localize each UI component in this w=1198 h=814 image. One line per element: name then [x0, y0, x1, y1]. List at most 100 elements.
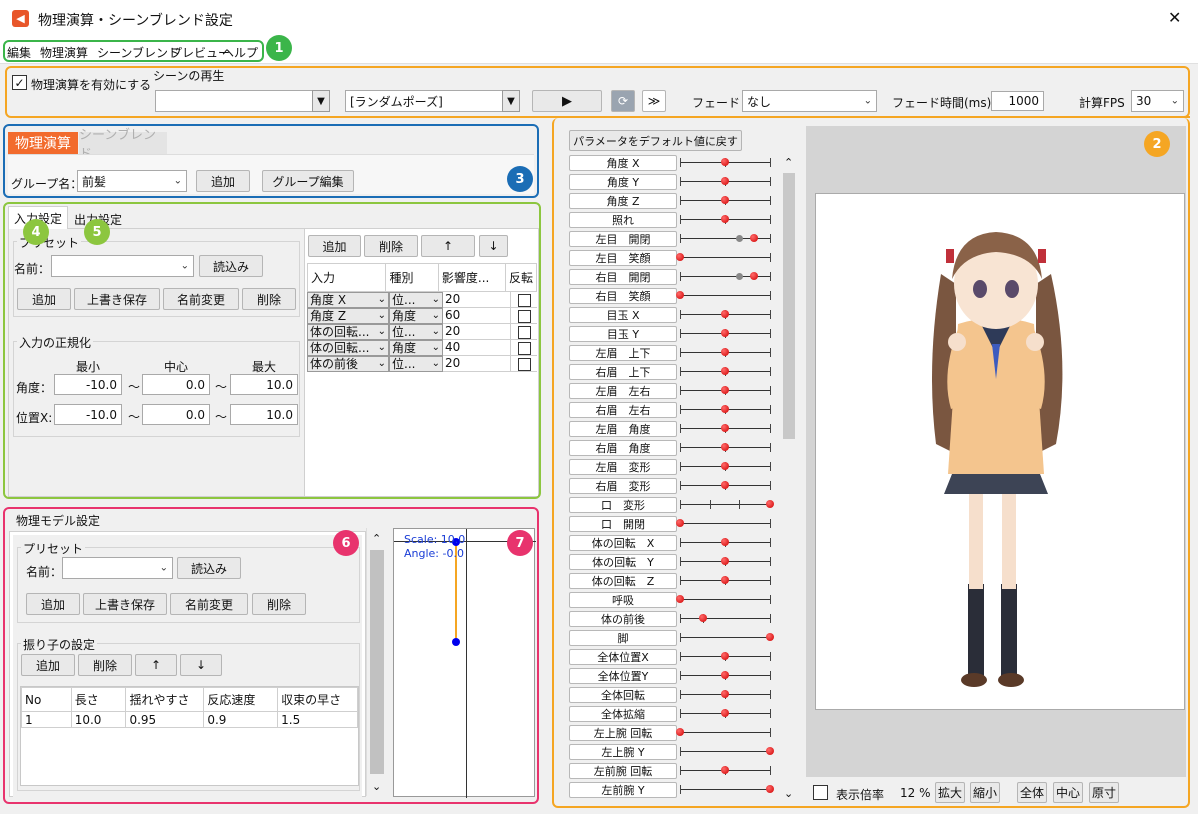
- invert-checkbox[interactable]: [517, 341, 531, 355]
- scroll-down-icon[interactable]: ⌄: [784, 787, 793, 800]
- param-slider[interactable]: [680, 269, 771, 285]
- slider-knob[interactable]: [721, 177, 729, 185]
- fade-time-input[interactable]: 1000: [991, 91, 1044, 111]
- preset-load-button[interactable]: 読込み: [199, 255, 263, 277]
- scene-dropdown-button[interactable]: ▼: [312, 90, 330, 112]
- param-slider[interactable]: [680, 212, 771, 228]
- pendulum-add-button[interactable]: 追加: [21, 654, 75, 676]
- tab-scene-blend[interactable]: シーンブレンド: [79, 128, 167, 162]
- slider-knob[interactable]: [721, 215, 729, 223]
- cell-ease[interactable]: 0.95: [125, 711, 205, 728]
- model-preset-overwrite-button[interactable]: 上書き保存: [83, 593, 167, 615]
- slider-knob[interactable]: [721, 671, 729, 679]
- param-slider[interactable]: [680, 364, 771, 380]
- slider-knob[interactable]: [698, 614, 707, 622]
- input-weight-cell[interactable]: 40: [443, 340, 511, 356]
- invert-checkbox[interactable]: [517, 357, 531, 371]
- model-scrollbar[interactable]: ⌃ ⌄: [366, 528, 386, 796]
- param-slider[interactable]: [680, 345, 771, 361]
- slider-knob[interactable]: [721, 424, 729, 432]
- actual-size-button[interactable]: 原寸: [1089, 782, 1119, 803]
- group-add-button[interactable]: 追加: [196, 170, 250, 192]
- col-type[interactable]: 種別: [385, 263, 439, 292]
- col-no[interactable]: No: [21, 687, 72, 712]
- param-slider[interactable]: [680, 706, 771, 722]
- param-slider[interactable]: [680, 630, 774, 646]
- param-slider[interactable]: [680, 307, 771, 323]
- fit-all-button[interactable]: 全体: [1017, 782, 1047, 803]
- slider-knob[interactable]: [721, 481, 729, 489]
- menu-scene-blend[interactable]: シーンブレンド: [97, 44, 180, 61]
- col-ease[interactable]: 揺れやすさ: [125, 687, 205, 712]
- param-slider[interactable]: [680, 668, 771, 684]
- slider-knob[interactable]: [749, 234, 758, 242]
- slider-knob[interactable]: [676, 519, 684, 527]
- slider-knob[interactable]: [721, 443, 729, 451]
- pos-max-input[interactable]: 10.0: [230, 404, 298, 425]
- input-source-select[interactable]: 角度 X ⌄: [307, 292, 389, 308]
- param-slider[interactable]: [680, 459, 771, 475]
- slider-knob[interactable]: [721, 652, 729, 660]
- input-weight-cell[interactable]: 60: [443, 308, 511, 324]
- slider-knob[interactable]: [721, 329, 729, 337]
- slider-knob[interactable]: [766, 633, 774, 641]
- param-slider[interactable]: [676, 725, 771, 741]
- preview-canvas[interactable]: [815, 193, 1185, 710]
- slider-knob[interactable]: [721, 158, 729, 166]
- angle-min-input[interactable]: -10.0: [54, 374, 122, 395]
- param-slider[interactable]: [680, 763, 771, 779]
- zoom-in-button[interactable]: 拡大: [935, 782, 965, 803]
- play-button[interactable]: ▶: [532, 90, 602, 112]
- param-slider[interactable]: [680, 440, 771, 456]
- param-slider[interactable]: [680, 649, 771, 665]
- input-source-select[interactable]: 角度 Z ⌄: [307, 308, 389, 324]
- scene-select[interactable]: [155, 90, 313, 112]
- model-preset-select[interactable]: ⌄: [62, 557, 173, 579]
- param-slider[interactable]: [680, 744, 774, 760]
- fps-select[interactable]: 30 ⌄: [1131, 90, 1184, 112]
- scroll-thumb[interactable]: [783, 173, 795, 439]
- model-preset-delete-button[interactable]: 削除: [252, 593, 306, 615]
- param-slider[interactable]: [680, 687, 771, 703]
- param-slider[interactable]: [680, 174, 771, 190]
- slider-knob[interactable]: [721, 709, 729, 717]
- param-slider[interactable]: [676, 592, 771, 608]
- input-weight-cell[interactable]: 20: [443, 356, 511, 372]
- invert-checkbox[interactable]: [517, 309, 531, 323]
- pos-center-input[interactable]: 0.0: [142, 404, 210, 425]
- input-down-button[interactable]: ↓: [479, 235, 508, 257]
- col-invert[interactable]: 反転: [504, 263, 538, 292]
- preset-add-button[interactable]: 追加: [17, 288, 71, 310]
- reset-params-button[interactable]: パラメータをデフォルト値に戻す: [569, 130, 742, 151]
- menu-help[interactable]: ヘルプ: [222, 44, 258, 61]
- slider-knob[interactable]: [721, 196, 729, 204]
- param-slider[interactable]: [680, 611, 771, 627]
- zoom-out-button[interactable]: 縮小: [970, 782, 1000, 803]
- table-row[interactable]: 体の前後 ⌄ 位... ⌄ 20: [307, 356, 537, 372]
- param-scrollbar[interactable]: ⌃ ⌄: [780, 153, 798, 805]
- input-source-select[interactable]: 体の前後 ⌄: [307, 356, 389, 372]
- scroll-down-icon[interactable]: ⌄: [372, 780, 381, 793]
- physics-enable-checkbox[interactable]: ✓: [12, 75, 27, 90]
- model-preset-load-button[interactable]: 読込み: [177, 557, 241, 579]
- preset-rename-button[interactable]: 名前変更: [163, 288, 239, 310]
- slider-knob[interactable]: [676, 728, 684, 736]
- invert-checkbox[interactable]: [517, 293, 531, 307]
- group-select[interactable]: 前髪 ⌄: [77, 170, 187, 192]
- scroll-up-icon[interactable]: ⌃: [372, 532, 381, 545]
- scroll-up-icon[interactable]: ⌃: [784, 156, 793, 169]
- input-source-select[interactable]: 体の回転... ⌄: [307, 340, 389, 356]
- menu-edit[interactable]: 編集: [7, 44, 31, 61]
- pendulum-up-button[interactable]: ↑: [135, 654, 177, 676]
- input-type-select[interactable]: 角度 ⌄: [389, 308, 443, 324]
- skip-button[interactable]: ≫: [642, 90, 666, 112]
- cell-convergence[interactable]: 1.5: [277, 711, 358, 728]
- slider-knob[interactable]: [721, 310, 729, 318]
- col-length[interactable]: 長さ: [70, 687, 127, 712]
- pose-select[interactable]: [ランダムポーズ]: [345, 90, 503, 112]
- model-preset-add-button[interactable]: 追加: [26, 593, 80, 615]
- close-icon[interactable]: ✕: [1168, 8, 1181, 27]
- param-slider[interactable]: [680, 782, 774, 798]
- table-row[interactable]: 体の回転... ⌄ 角度 ⌄ 40: [307, 340, 537, 356]
- angle-center-input[interactable]: 0.0: [142, 374, 210, 395]
